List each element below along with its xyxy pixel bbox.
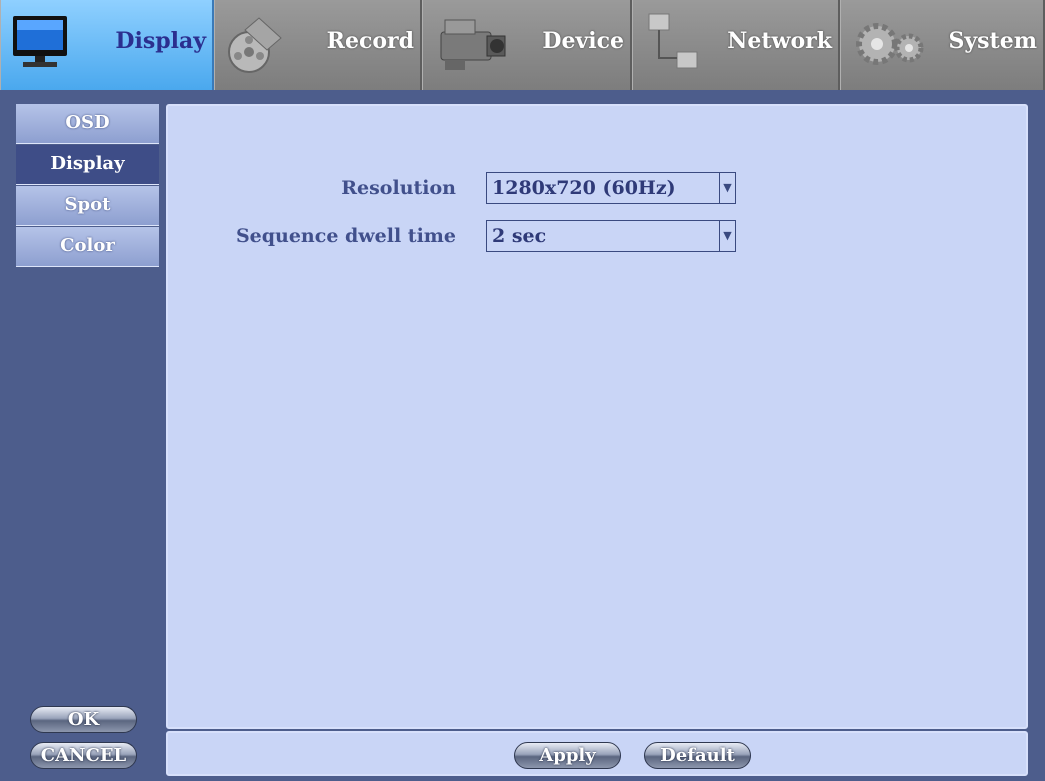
apply-button[interactable]: Apply (514, 742, 621, 769)
ok-button[interactable]: OK (30, 706, 137, 733)
sidebar-item-display[interactable]: Display (16, 145, 159, 185)
film-reel-icon (223, 8, 287, 84)
monitor-icon (9, 8, 71, 76)
dwell-time-label: Sequence dwell time (235, 225, 456, 247)
tab-device-label: Device (542, 28, 624, 54)
network-icon (641, 8, 705, 84)
tab-display[interactable]: Display (0, 0, 214, 90)
settings-panel: Resolution 1280x720 (60Hz) ▼ Sequence dw… (166, 104, 1028, 729)
resolution-label: Resolution (341, 177, 456, 199)
action-bar: Apply Default (166, 731, 1028, 776)
resolution-select[interactable]: 1280x720 (60Hz) ▼ (486, 172, 736, 204)
sidebar-item-color[interactable]: Color (16, 227, 159, 267)
chevron-down-icon[interactable]: ▼ (719, 173, 735, 203)
dwell-time-select[interactable]: 2 sec ▼ (486, 220, 736, 252)
sidebar-item-osd[interactable]: OSD (16, 104, 159, 144)
cancel-button[interactable]: CANCEL (30, 742, 137, 769)
top-tab-bar: Display Record Device Network System (0, 0, 1045, 90)
chevron-down-icon[interactable]: ▼ (719, 221, 735, 251)
tab-system-label: System (948, 28, 1038, 54)
tab-network[interactable]: Network (632, 0, 840, 90)
tab-record-label: Record (326, 28, 414, 54)
default-button[interactable]: Default (644, 742, 751, 769)
tab-network-label: Network (727, 28, 832, 54)
sidebar: OSD Display Spot Color (16, 104, 159, 268)
sidebar-item-spot[interactable]: Spot (16, 186, 159, 226)
camcorder-icon (431, 8, 511, 84)
gears-icon (849, 8, 933, 84)
resolution-value: 1280x720 (60Hz) (492, 177, 676, 199)
dwell-time-value: 2 sec (492, 225, 547, 247)
tab-system[interactable]: System (840, 0, 1045, 90)
tab-record[interactable]: Record (214, 0, 422, 90)
tab-display-label: Display (115, 28, 206, 54)
tab-device[interactable]: Device (422, 0, 632, 90)
